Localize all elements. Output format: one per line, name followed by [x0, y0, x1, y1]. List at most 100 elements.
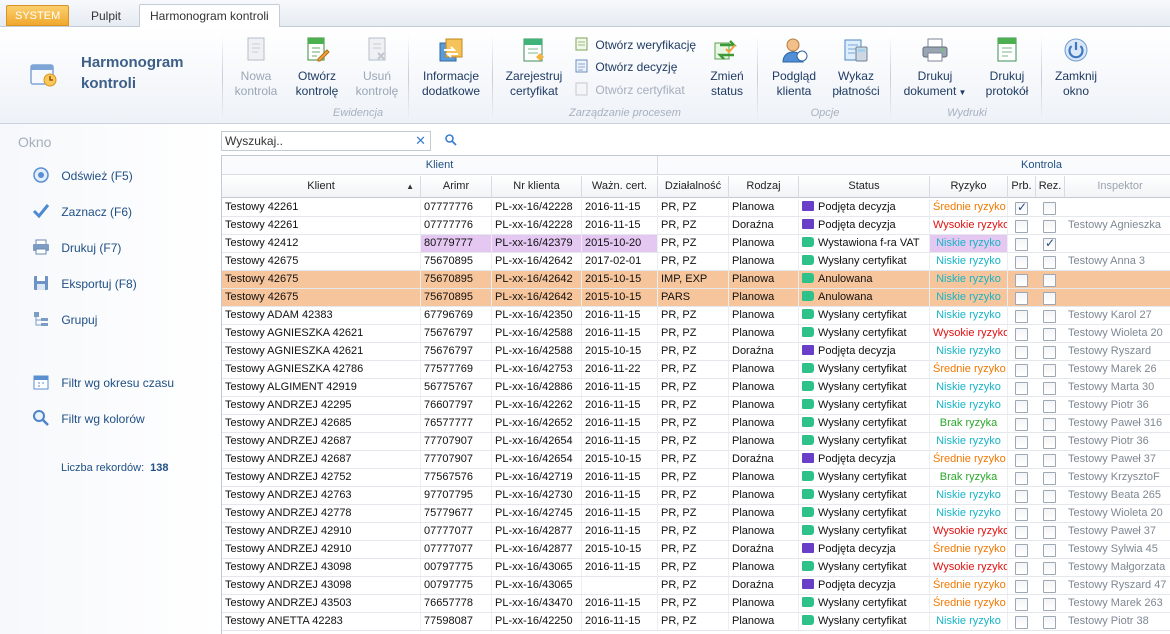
sample-checkbox[interactable] — [1015, 346, 1028, 359]
register-certificate-button[interactable]: Zarejestruj certyfikat — [500, 35, 568, 109]
sample-checkbox[interactable] — [1015, 220, 1028, 233]
column-header-client-number[interactable]: Nr klienta — [492, 176, 582, 198]
tab-pulpit[interactable]: Pulpit — [80, 4, 132, 28]
clear-search-icon[interactable]: ✕ — [415, 133, 426, 149]
open-decision-button[interactable]: Otwórz decyzję — [575, 57, 677, 77]
sample-checkbox[interactable] — [1015, 310, 1028, 323]
sample-checkbox[interactable] — [1015, 580, 1028, 593]
table-row[interactable]: Testowy AGNIESZKA 42621 75676797 PL-xx-16/… — [222, 343, 1170, 361]
reservation-checkbox[interactable] — [1043, 274, 1056, 287]
column-header-activity[interactable]: Działalność — [658, 176, 729, 198]
reservation-checkbox[interactable] — [1043, 490, 1056, 503]
sidebar-item-group[interactable]: Grupuj — [32, 310, 97, 330]
sample-checkbox[interactable] — [1015, 562, 1028, 575]
sample-checkbox[interactable] — [1015, 292, 1028, 305]
change-status-button[interactable]: Zmień status — [702, 35, 752, 109]
table-row[interactable]: Testowy ANDRZEJ 42752 77567576 PL-xx-16/42… — [222, 469, 1170, 487]
client-preview-button[interactable]: Podgląd klienta — [764, 35, 824, 109]
sample-checkbox[interactable] — [1015, 544, 1028, 557]
table-row[interactable]: Testowy AGNIESZKA 42621 75676797 PL-xx-16/… — [222, 325, 1170, 343]
open-verification-button[interactable]: Otwórz weryfikację — [575, 35, 696, 55]
table-row[interactable]: Testowy ANDRZEJ 42778 75779677 PL-xx-16/42… — [222, 505, 1170, 523]
sample-checkbox[interactable] — [1015, 508, 1028, 521]
reservation-checkbox[interactable] — [1043, 382, 1056, 395]
table-row[interactable]: Testowy ANETTA 42283 77598087 PL-xx-16/422… — [222, 613, 1170, 631]
open-inspection-button[interactable]: Otwórz kontrolę — [288, 35, 346, 109]
reservation-checkbox[interactable] — [1043, 580, 1056, 593]
column-header-cert-validity[interactable]: Ważn. cert. — [582, 176, 658, 198]
open-certificate-button[interactable]: Otwórz certyfikat — [575, 80, 685, 100]
reservation-checkbox[interactable] — [1043, 544, 1056, 557]
table-row[interactable]: Testowy AGNIESZKA 42786 77577769 PL-xx-16/… — [222, 361, 1170, 379]
sample-checkbox[interactable] — [1015, 418, 1028, 431]
reservation-checkbox[interactable] — [1043, 508, 1056, 521]
reservation-checkbox[interactable] — [1043, 472, 1056, 485]
reservation-checkbox[interactable] — [1043, 418, 1056, 431]
filter-by-colors[interactable]: Filtr wg kolorów — [32, 409, 145, 429]
reservation-checkbox[interactable] — [1043, 310, 1056, 323]
table-row[interactable]: Testowy ANDRZEJ 42295 76607797 PL-xx-16/42… — [222, 397, 1170, 415]
table-row[interactable]: Testowy ANDRZEJ 43098 00797775 PL-xx-16/43… — [222, 577, 1170, 595]
sample-checkbox[interactable] — [1015, 526, 1028, 539]
sample-checkbox[interactable] — [1015, 238, 1028, 251]
reservation-checkbox[interactable] — [1043, 364, 1056, 377]
sample-checkbox[interactable] — [1015, 382, 1028, 395]
reservation-checkbox[interactable] — [1043, 202, 1056, 215]
sample-checkbox[interactable] — [1015, 616, 1028, 629]
table-row[interactable]: Testowy 42675 75670895 PL-xx-16/42642 2015-… — [222, 271, 1170, 289]
column-header-inspector[interactable]: Inspektor — [1065, 176, 1170, 198]
table-row[interactable]: Testowy 42261 07777776 PL-xx-16/42228 2016-… — [222, 199, 1170, 217]
table-row[interactable]: Testowy ANDRZEJ 42763 97707795 PL-xx-16/42… — [222, 487, 1170, 505]
reservation-checkbox[interactable] — [1043, 436, 1056, 449]
sample-checkbox[interactable] — [1015, 200, 1028, 215]
table-row[interactable]: Testowy ANDRZEJ 42910 07777077 PL-xx-16/42… — [222, 523, 1170, 541]
table-row[interactable]: Testowy ANDRZEJ 43098 00797775 PL-xx-16/43… — [222, 559, 1170, 577]
reservation-checkbox[interactable] — [1043, 328, 1056, 341]
close-window-button[interactable]: Zamknij okno — [1048, 35, 1104, 109]
print-protocol-button[interactable]: Drukuj protokół — [978, 35, 1036, 109]
table-row[interactable]: Testowy ALGIMENT 42919 56775767 PL-xx-16/4… — [222, 379, 1170, 397]
sample-checkbox[interactable] — [1015, 472, 1028, 485]
table-row[interactable]: Testowy ADAM 42383 67796769 PL-xx-16/42350… — [222, 307, 1170, 325]
table-row[interactable]: Testowy 42675 75670895 PL-xx-16/42642 2015-… — [222, 289, 1170, 307]
table-row[interactable]: Testowy 42675 75670895 PL-xx-16/42642 2017-… — [222, 253, 1170, 271]
reservation-checkbox[interactable] — [1043, 400, 1056, 413]
print-document-dropdown[interactable]: Drukuj dokument ▼ — [897, 35, 973, 109]
sample-checkbox[interactable] — [1015, 256, 1028, 269]
column-header-arimr[interactable]: Arimr — [421, 176, 492, 198]
sample-checkbox[interactable] — [1015, 364, 1028, 377]
column-header-prb[interactable]: Prb. — [1008, 176, 1036, 198]
tab-system[interactable]: SYSTEM — [6, 5, 70, 26]
table-row[interactable]: Testowy 42412 80779777 PL-xx-16/42379 2015-… — [222, 235, 1170, 253]
payments-list-button[interactable]: Wykaz płatności — [828, 35, 884, 109]
column-header-client[interactable]: Klient ▲ — [222, 176, 421, 198]
column-header-risk[interactable]: Ryzyko — [930, 176, 1008, 198]
sample-checkbox[interactable] — [1015, 274, 1028, 287]
column-header-rez[interactable]: Rez. — [1036, 176, 1065, 198]
sample-checkbox[interactable] — [1015, 400, 1028, 413]
sample-checkbox[interactable] — [1015, 490, 1028, 503]
table-row[interactable]: Testowy 42261 07777776 PL-xx-16/42228 2016-… — [222, 217, 1170, 235]
tab-harmonogram-kontroli[interactable]: Harmonogram kontroli — [139, 4, 280, 28]
sidebar-item-select[interactable]: Zaznacz (F6) — [32, 202, 132, 222]
reservation-checkbox[interactable] — [1043, 292, 1056, 305]
sidebar-item-export[interactable]: Eksportuj (F8) — [32, 274, 137, 294]
sample-checkbox[interactable] — [1015, 598, 1028, 611]
reservation-checkbox[interactable] — [1043, 598, 1056, 611]
sample-checkbox[interactable] — [1015, 436, 1028, 449]
sidebar-item-print[interactable]: Drukuj (F7) — [32, 238, 121, 258]
filter-by-period[interactable]: Filtr wg okresu czasu — [32, 373, 174, 393]
reservation-checkbox[interactable] — [1043, 454, 1056, 467]
reservation-checkbox[interactable] — [1043, 346, 1056, 359]
table-row[interactable]: Testowy ANDRZEJ 42687 77707907 PL-xx-16/42… — [222, 451, 1170, 469]
column-header-type[interactable]: Rodzaj — [729, 176, 799, 198]
sample-checkbox[interactable] — [1015, 328, 1028, 341]
table-row[interactable]: Testowy ANDRZEJ 42687 77707907 PL-xx-16/42… — [222, 433, 1170, 451]
table-row[interactable]: Testowy ANDRZEJ 43503 76657778 PL-xx-16/43… — [222, 595, 1170, 613]
reservation-checkbox[interactable] — [1043, 562, 1056, 575]
new-inspection-button[interactable]: Nowa kontrola — [228, 35, 284, 109]
sample-checkbox[interactable] — [1015, 454, 1028, 467]
reservation-checkbox[interactable] — [1043, 220, 1056, 233]
search-input[interactable] — [222, 132, 412, 150]
sidebar-item-refresh[interactable]: Odśwież (F5) — [32, 166, 133, 186]
